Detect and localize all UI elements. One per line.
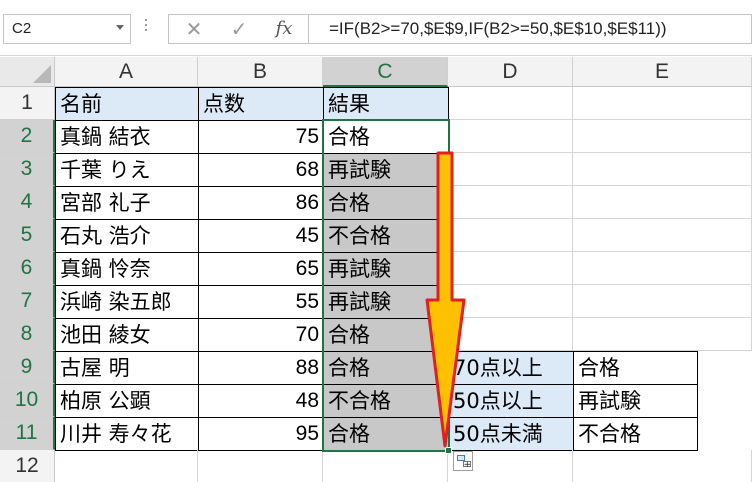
cell-b11[interactable]: 95: [198, 417, 324, 451]
column-header-d[interactable]: D: [448, 57, 573, 87]
cell-a9[interactable]: 古屋 明: [55, 351, 199, 385]
cell-b7[interactable]: 55: [198, 285, 324, 319]
column-header-e[interactable]: E: [573, 57, 752, 87]
row-header-12[interactable]: 12: [0, 450, 55, 482]
cell-b12[interactable]: [198, 450, 323, 482]
cell-a11[interactable]: 川井 寿々花: [55, 417, 199, 451]
fill-down-arrow-icon: [425, 151, 466, 448]
row-header-2[interactable]: 2: [0, 120, 55, 153]
column-header-c[interactable]: C: [323, 57, 448, 87]
cell-a5[interactable]: 石丸 浩介: [55, 219, 199, 253]
cell-e1[interactable]: [573, 87, 752, 120]
cell-a2[interactable]: 真鍋 結衣: [55, 120, 199, 154]
cell-e8[interactable]: [573, 318, 752, 351]
chevron-down-icon[interactable]: [116, 25, 124, 30]
cell-b6[interactable]: 65: [198, 252, 324, 286]
row-header-3[interactable]: 3: [0, 153, 55, 186]
row-header-9[interactable]: 9: [0, 351, 55, 384]
insert-function-icon[interactable]: fx: [262, 14, 306, 44]
column-header-b[interactable]: B: [198, 57, 323, 87]
cell-a3[interactable]: 千葉 りえ: [55, 153, 199, 187]
cell-b4[interactable]: 86: [198, 186, 324, 220]
row-header-10[interactable]: 10: [0, 384, 55, 417]
row-header-1[interactable]: 1: [0, 87, 55, 120]
cell-b10[interactable]: 48: [198, 384, 324, 418]
select-all-button[interactable]: [0, 57, 55, 87]
cell-c2[interactable]: 合格: [323, 120, 449, 154]
cell-b9[interactable]: 88: [198, 351, 324, 385]
row-header-6[interactable]: 6: [0, 252, 55, 285]
formula-text: =IF(B2>=70,$E$9,IF(B2>=50,$E$10,$E$11)): [329, 19, 667, 38]
cell-e9[interactable]: 合格: [573, 351, 698, 385]
formula-bar: C2 ✕ ✓ fx =IF(B2>=70,$E$9,IF(B2>=50,$E$1…: [0, 0, 752, 56]
cell-c12[interactable]: [323, 450, 448, 482]
cell-b5[interactable]: 45: [198, 219, 324, 253]
name-box[interactable]: C2: [3, 14, 131, 44]
check-icon[interactable]: ✓: [217, 14, 261, 44]
cell-e5[interactable]: [573, 219, 752, 252]
cell-a4[interactable]: 宮部 礼子: [55, 186, 199, 220]
cell-e6[interactable]: [573, 252, 752, 285]
cell-a1[interactable]: 名前: [55, 87, 199, 121]
row-header-7[interactable]: 7: [0, 285, 55, 318]
cell-a7[interactable]: 浜崎 染五郎: [55, 285, 199, 319]
autofill-options-icon[interactable]: +: [453, 451, 473, 471]
name-box-value: C2: [12, 20, 32, 37]
row-header-5[interactable]: 5: [0, 219, 55, 252]
row-header-8[interactable]: 8: [0, 318, 55, 351]
row-header-4[interactable]: 4: [0, 186, 55, 219]
cell-b3[interactable]: 68: [198, 153, 324, 187]
cell-b1[interactable]: 点数: [198, 87, 324, 121]
cell-e2[interactable]: [573, 120, 752, 153]
cell-e12[interactable]: [573, 450, 752, 482]
cell-d2[interactable]: [448, 120, 573, 153]
cancel-icon[interactable]: ✕: [172, 14, 216, 44]
cell-a10[interactable]: 柏原 公顕: [55, 384, 199, 418]
cell-e3[interactable]: [573, 153, 752, 186]
row-header-11[interactable]: 11: [0, 417, 55, 450]
cell-b8[interactable]: 70: [198, 318, 324, 352]
cell-e7[interactable]: [573, 285, 752, 318]
cell-a12[interactable]: [55, 450, 198, 482]
cell-a8[interactable]: 池田 綾女: [55, 318, 199, 352]
drag-handle-icon[interactable]: [145, 19, 148, 37]
cell-b2[interactable]: 75: [198, 120, 324, 154]
cell-a6[interactable]: 真鍋 怜奈: [55, 252, 199, 286]
cell-d1[interactable]: [448, 87, 573, 120]
cell-e11[interactable]: 不合格: [573, 417, 698, 451]
formula-input[interactable]: =IF(B2>=70,$E$9,IF(B2>=50,$E$10,$E$11)): [308, 14, 752, 44]
cell-e4[interactable]: [573, 186, 752, 219]
cell-c1[interactable]: 結果: [323, 87, 449, 121]
column-header-a[interactable]: A: [55, 57, 198, 87]
cell-e10[interactable]: 再試験: [573, 384, 698, 418]
